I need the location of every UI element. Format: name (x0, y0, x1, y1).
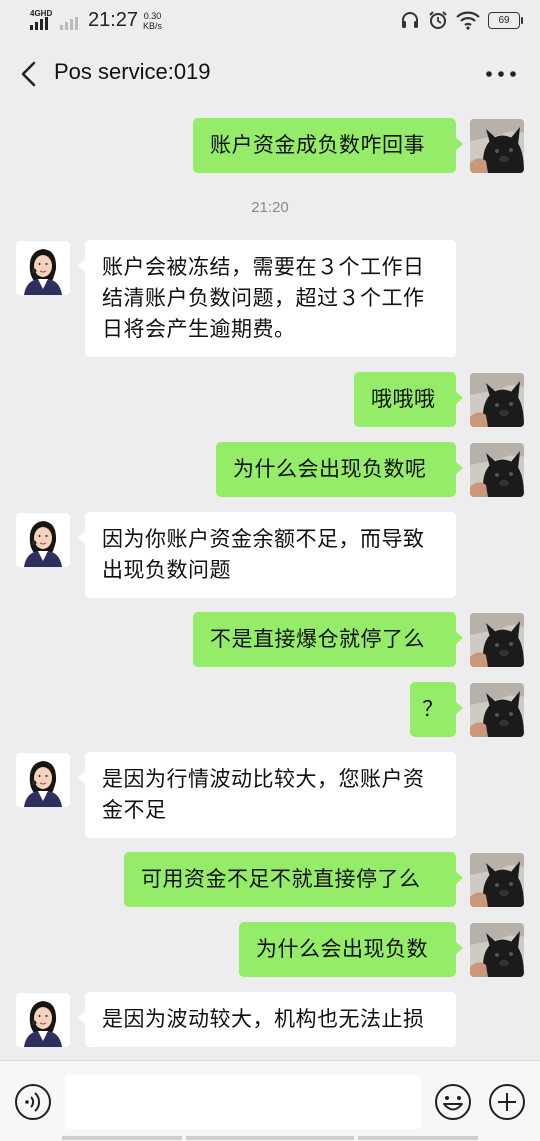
agent-avatar[interactable] (16, 241, 70, 295)
my-avatar[interactable] (470, 373, 524, 427)
message-text: 为什么会出现负数呢 (233, 457, 427, 481)
my-avatar[interactable] (470, 923, 524, 977)
their-message-bubble[interactable]: 是因为行情波动比较大，您账户资 金不足 (78, 752, 456, 838)
chat-area[interactable]: 账户资金成负数咋回事 21:20 账户会被冻结，需要在３个工作日 结清账户负数问… (0, 106, 540, 1060)
nav-indicator (358, 1136, 478, 1140)
signal-icon (30, 17, 48, 30)
my-message-bubble[interactable]: 可用资金不足不就直接停了么 (124, 852, 463, 907)
back-arrow-icon[interactable] (14, 58, 42, 90)
my-avatar[interactable] (470, 443, 524, 497)
my-message-bubble[interactable]: 不是直接爆仓就停了么 (193, 612, 463, 667)
nav-indicator (186, 1136, 354, 1140)
input-bar (0, 1060, 540, 1141)
status-time: 21:27 (88, 9, 139, 31)
nav-indicator (62, 1136, 182, 1140)
plus-icon[interactable] (488, 1083, 526, 1121)
my-message-bubble[interactable]: 账户资金成负数咋回事 (193, 118, 463, 173)
their-message-bubble[interactable]: 是因为波动较大，机构也无法止损 (78, 992, 456, 1047)
message-line: 金不足 (102, 798, 167, 822)
more-dots-icon[interactable] (484, 62, 518, 86)
network-speed: 0.30 KB/s (143, 11, 162, 31)
their-message-bubble[interactable]: 账户会被冻结，需要在３个工作日 结清账户负数问题，超过３个工作 日将会产生逾期费… (78, 240, 456, 357)
my-message-bubble[interactable]: 为什么会出现负数呢 (216, 442, 463, 497)
my-avatar[interactable] (470, 683, 524, 737)
message-text: 可用资金不足不就直接停了么 (141, 867, 421, 891)
my-message-bubble[interactable]: 哦哦哦 (354, 372, 463, 427)
message-line: 因为你账户资金余额不足，而导致 (102, 527, 425, 551)
wifi-icon (456, 11, 480, 30)
status-bar: 4GHD 21:27 0.30 KB/s 69 (0, 0, 540, 42)
agent-avatar[interactable] (16, 993, 70, 1047)
message-text: 为什么会出现负数 (256, 937, 428, 961)
emoji-icon[interactable] (434, 1083, 472, 1121)
message-text: 账户资金成负数咋回事 (210, 133, 425, 157)
secondary-signal-icon (60, 17, 78, 30)
my-avatar[interactable] (470, 119, 524, 173)
my-avatar[interactable] (470, 853, 524, 907)
agent-avatar[interactable] (16, 513, 70, 567)
my-avatar[interactable] (470, 613, 524, 667)
message-line: 日将会产生逾期费。 (102, 317, 296, 341)
my-message-bubble[interactable]: ？ (410, 682, 463, 737)
their-message-bubble[interactable]: 因为你账户资金余额不足，而导致 出现负数问题 (78, 512, 456, 598)
message-text: 哦哦哦 (371, 387, 436, 411)
message-text: 不是直接爆仓就停了么 (210, 627, 425, 651)
message-line: 是因为波动较大，机构也无法止损 (102, 1007, 425, 1031)
voice-icon[interactable] (14, 1083, 52, 1121)
battery-icon: 69 (488, 11, 523, 29)
message-line: 是因为行情波动比较大，您账户资 (102, 767, 425, 791)
message-line: 结清账户负数问题，超过３个工作 (102, 286, 425, 310)
my-message-bubble[interactable]: 为什么会出现负数 (239, 922, 463, 977)
message-timestamp: 21:20 (251, 199, 289, 216)
message-line: 出现负数问题 (102, 558, 231, 582)
message-line: 账户会被冻结，需要在３个工作日 (102, 255, 425, 279)
agent-avatar[interactable] (16, 753, 70, 807)
message-text: ？ (422, 697, 444, 721)
speed-unit: KB/s (143, 21, 163, 31)
status-icons: 69 (400, 10, 523, 30)
alarm-icon (429, 11, 447, 29)
speed-value: 0.30 (143, 11, 162, 21)
chat-header: Pos service:019 (0, 42, 540, 106)
headphone-icon (402, 12, 418, 28)
message-input[interactable] (65, 1075, 421, 1129)
chat-title: Pos service:019 (54, 59, 211, 84)
